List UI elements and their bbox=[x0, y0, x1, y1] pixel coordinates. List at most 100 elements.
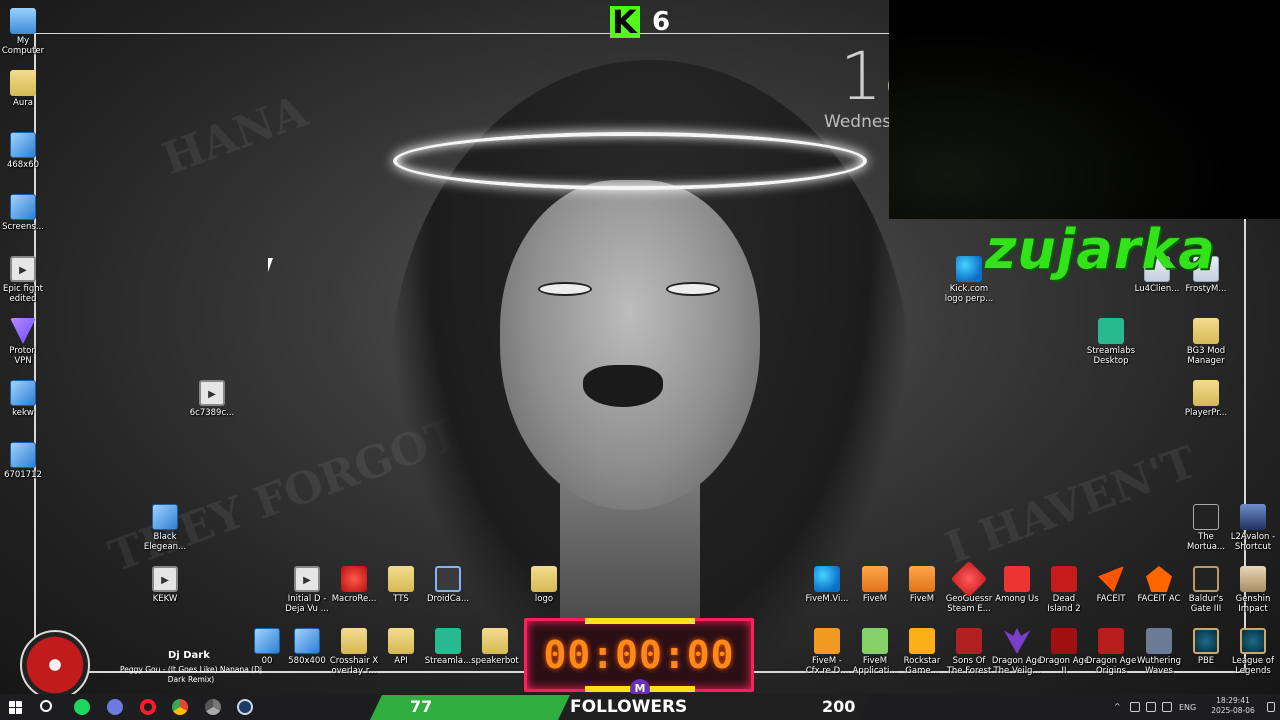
desktop-icon-proton-vpn[interactable]: Proton VPN bbox=[0, 318, 52, 366]
desktop-icon-bg3-mod-manager[interactable]: BG3 Mod Manager bbox=[1177, 318, 1235, 366]
screens-icon bbox=[10, 194, 36, 220]
desktop-icon-l2avalon[interactable]: L2Avalon - Shortcut bbox=[1224, 504, 1280, 552]
notification-icon[interactable] bbox=[1267, 702, 1275, 712]
l2avalon-icon bbox=[1240, 504, 1266, 530]
spotify-icon[interactable] bbox=[74, 699, 90, 715]
desktop-icon-label: KEKW bbox=[152, 594, 178, 604]
desktop-icon-label: League of Legends bbox=[1232, 656, 1274, 676]
the-mortuary-icon bbox=[1193, 504, 1219, 530]
desktop-icon-label: Streamlabs Desktop bbox=[1086, 346, 1136, 366]
desktop-icon-kekw-vid[interactable]: KEKW bbox=[136, 566, 194, 604]
streamla-s-icon bbox=[435, 628, 461, 654]
desktop-icon-kekw-img[interactable]: kekw bbox=[0, 380, 52, 418]
network-icon[interactable] bbox=[1146, 702, 1156, 712]
webcam-overlay bbox=[889, 0, 1280, 219]
macrore-icon bbox=[341, 566, 367, 592]
my-computer-icon bbox=[10, 8, 36, 34]
pbe-icon bbox=[1193, 628, 1219, 654]
desktop-icon-label: Screens... bbox=[2, 222, 44, 232]
geoguessr-icon bbox=[950, 560, 988, 598]
follower-goal: 200 bbox=[822, 697, 856, 716]
desktop-icon-label: Aura bbox=[13, 98, 33, 108]
black-elegant-icon bbox=[152, 504, 178, 530]
dragon-origins-icon bbox=[1098, 628, 1124, 654]
viewer-count: 6 bbox=[652, 7, 671, 37]
fivem-2-icon bbox=[909, 566, 935, 592]
desktop-icon-label: DroidCa... bbox=[426, 594, 470, 604]
desktop-icon-epic-fight[interactable]: Epic fight edited bbox=[0, 256, 52, 304]
6701712-icon bbox=[10, 442, 36, 468]
desktop-icon-label: PlayerPr... bbox=[1184, 408, 1228, 418]
stream-timer: 00:00:00 M bbox=[524, 618, 754, 699]
tts-icon bbox=[388, 566, 414, 592]
desktop-icon-lol[interactable]: League of Legends bbox=[1224, 628, 1280, 676]
opera-icon[interactable] bbox=[140, 699, 156, 715]
now-playing-widget: Dj Dark Peggy Gou - (It Goes Like) Nanan… bbox=[8, 628, 268, 700]
desktop-icon-label: logo bbox=[534, 594, 554, 604]
microphone-icon[interactable] bbox=[1130, 702, 1140, 712]
kick-logo-icon bbox=[610, 3, 640, 41]
kick-viewer-badge: 6 bbox=[610, 3, 671, 41]
rockstar-icon bbox=[909, 628, 935, 654]
tray-chevron-icon[interactable]: ^ bbox=[1114, 702, 1124, 712]
follower-label: FOLLOWERS bbox=[570, 697, 688, 717]
timer-accent-top bbox=[585, 618, 695, 624]
kick-logo-perp-icon bbox=[956, 256, 982, 282]
volume-icon[interactable] bbox=[1162, 702, 1172, 712]
among-us-icon bbox=[1004, 566, 1030, 592]
desktop-icon-black-elegant[interactable]: Black Elegean... bbox=[136, 504, 194, 552]
tray-clock[interactable]: 18:29:41 2025-08-06 bbox=[1203, 696, 1263, 716]
proton-vpn-icon bbox=[10, 318, 36, 344]
468x60-icon bbox=[10, 132, 36, 158]
timer-value: 00:00:00 bbox=[543, 633, 735, 677]
desktop-icon-label: 6c7389c... bbox=[189, 408, 235, 418]
desktop-icon-droidcam[interactable]: DroidCa... bbox=[419, 566, 477, 604]
desktop-icon-6701712[interactable]: 6701712 bbox=[0, 442, 52, 480]
language-indicator[interactable]: ENG bbox=[1179, 703, 1196, 712]
tray-time: 18:29:41 bbox=[1216, 696, 1250, 705]
580x400-icon bbox=[294, 628, 320, 654]
streamlabs-desktop-icon bbox=[1098, 318, 1124, 344]
desktop-icon-label: Kick.com logo perp... bbox=[944, 284, 994, 304]
desktop-icon-streamlabs-desktop[interactable]: Streamlabs Desktop bbox=[1082, 318, 1140, 366]
start-icon[interactable] bbox=[9, 701, 22, 714]
desktop-icon-label: Genshin Impact bbox=[1235, 594, 1271, 614]
steam-icon[interactable] bbox=[237, 699, 253, 715]
desktop-icon-logo[interactable]: logo bbox=[515, 566, 573, 604]
desktop-icon-label: BG3 Mod Manager bbox=[1186, 346, 1226, 366]
desktop-icon-label: FrostyM... bbox=[1185, 284, 1227, 294]
tray-date: 2025-08-06 bbox=[1211, 706, 1255, 715]
follower-goal-bar: 77 FOLLOWERS 200 bbox=[370, 695, 870, 720]
chrome-icon[interactable] bbox=[172, 699, 188, 715]
desktop-icon-my-computer[interactable]: My Computer bbox=[0, 8, 52, 56]
desktop-icon-genshin[interactable]: Genshin Impact bbox=[1224, 566, 1280, 614]
fivem-1-icon bbox=[862, 566, 888, 592]
desktop-icon-label: My Computer bbox=[1, 36, 45, 56]
search-icon[interactable] bbox=[40, 700, 52, 712]
lol-icon bbox=[1240, 628, 1266, 654]
initial-d-icon bbox=[294, 566, 320, 592]
desktop-icon-screens[interactable]: Screens... bbox=[0, 194, 52, 232]
droidcam-icon bbox=[435, 566, 461, 592]
music-artist: Dj Dark bbox=[168, 650, 210, 661]
chrome-profile-icon[interactable] bbox=[205, 699, 221, 715]
6c7389c-icon bbox=[199, 380, 225, 406]
desktop-icon-aura[interactable]: Aura bbox=[0, 70, 52, 108]
dead-island-2-icon bbox=[1051, 566, 1077, 592]
mouse-cursor-icon bbox=[268, 258, 278, 272]
desktop-icon-468x60[interactable]: 468x60 bbox=[0, 132, 52, 170]
desktop-icon-speakerbot[interactable]: speakerbot bbox=[466, 628, 524, 666]
desktop-icon-label: L2Avalon - Shortcut bbox=[1230, 532, 1276, 552]
desktop-icon-6c7389c[interactable]: 6c7389c... bbox=[183, 380, 241, 418]
streamer-name: zujarka bbox=[985, 218, 1216, 281]
album-disc-icon bbox=[20, 630, 90, 700]
faceit-ac-icon bbox=[1146, 566, 1172, 592]
fivem-app-icon bbox=[862, 628, 888, 654]
follower-current: 77 bbox=[410, 697, 433, 716]
genshin-icon bbox=[1240, 566, 1266, 592]
desktop-icon-label: 468x60 bbox=[6, 160, 40, 170]
discord-icon[interactable] bbox=[107, 699, 123, 715]
api-icon bbox=[388, 628, 414, 654]
desktop-icon-playerpr[interactable]: PlayerPr... bbox=[1177, 380, 1235, 418]
sons-forest-icon bbox=[956, 628, 982, 654]
